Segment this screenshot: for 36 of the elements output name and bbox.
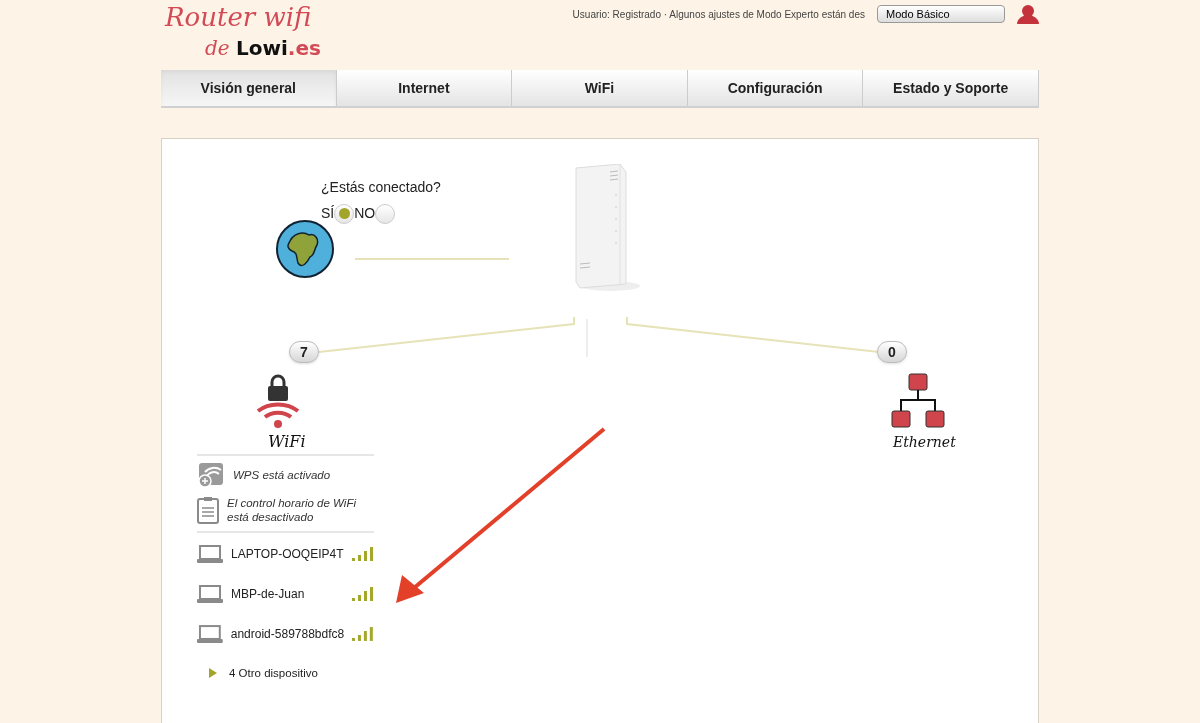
radio-button[interactable] [334,203,355,224]
connection-question: ¿Estás conectado? [321,178,441,197]
radio-button[interactable] [375,203,396,224]
device-count: 0 [877,341,907,363]
radio-label: NO [354,204,376,223]
logo: Router wifi de Lowi.es [163,1,321,58]
signal-icon [352,546,374,561]
nav-tab[interactable]: Visión general [161,70,337,106]
user-icon[interactable] [1017,4,1039,24]
nav-tab[interactable]: WiFi [512,70,688,106]
device-row[interactable]: LAPTOP-OOQEIP4T [197,544,374,563]
ethernet-label: Ethernet [893,433,956,452]
wifi-label: WiFi [268,431,306,453]
other-devices-toggle[interactable]: 4 Otro dispositivo [197,664,374,682]
wifi-status-text: El control horario de WiFi está desactivado [227,496,358,525]
device-row[interactable]: android-589788bdfc8 [197,624,374,643]
clipboard-icon [197,496,219,525]
radio-label: SÍ [321,204,335,223]
nav-tab[interactable]: Internet [336,70,513,106]
wifi-status-text: WPS está activado [233,467,331,483]
network-icon [891,373,945,429]
wifi-plus-icon [198,462,224,488]
caret-icon [209,668,217,679]
user-notice: Usuario: Registrado · Algunos ajustes de Modo Experto están des [572,7,865,22]
device-count: 7 [289,341,319,363]
globe-icon [275,219,335,279]
nav-tab[interactable]: Estado y Soporte [863,70,1039,106]
laptop-icon [197,624,223,643]
signal-icon [352,586,374,601]
wifi-lock-icon [254,373,302,429]
device-row[interactable]: MBP-de-Juan [197,584,374,603]
laptop-icon [197,584,223,603]
mode-select[interactable]: Modo Básico [877,5,1005,23]
signal-icon [352,626,374,641]
nav-tab[interactable]: Configuración [687,70,864,106]
laptop-icon [197,544,223,563]
